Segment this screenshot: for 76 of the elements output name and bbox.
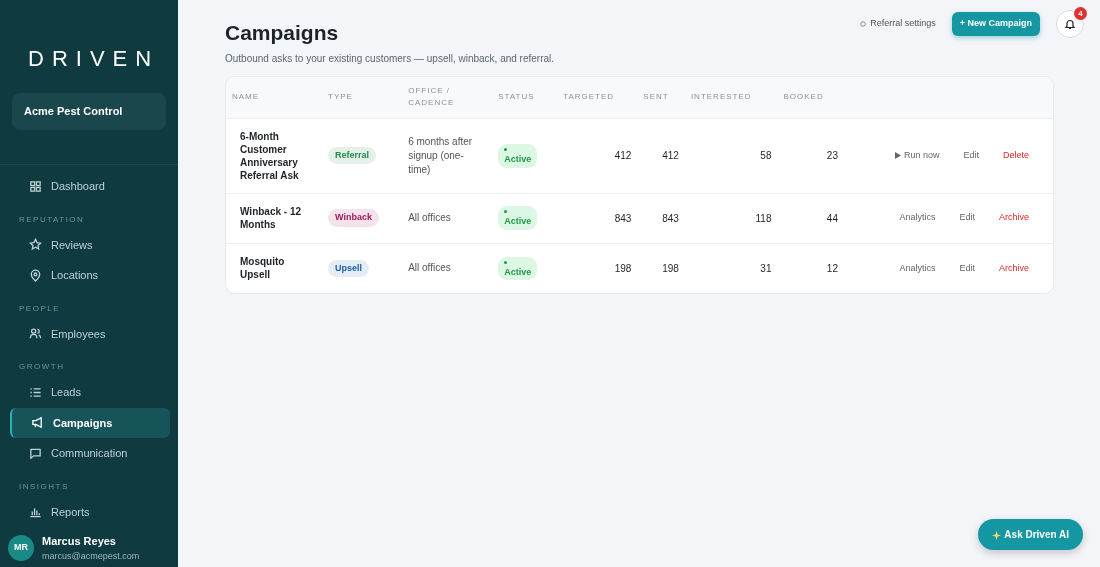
status-badge: Active — [498, 143, 538, 168]
grid-icon — [29, 179, 42, 193]
list-icon — [29, 385, 42, 399]
notification-count: 4 — [1074, 7, 1087, 20]
nav-item[interactable]: Employees — [10, 318, 170, 349]
ask-ai-button[interactable]: Ask Driven AI — [978, 519, 1083, 550]
action-link[interactable]: Edit — [959, 211, 975, 225]
number-cell: 412 — [614, 150, 632, 162]
section-heading: GROWTH — [18, 361, 66, 373]
campaign-name: Mosquito Upsell — [240, 255, 286, 282]
page-subtitle: Outbound asks to your existing customers — upsell, winback, and referral. — [225, 52, 555, 67]
nav-item[interactable]: Dashboard — [10, 171, 170, 202]
nav-item[interactable]: Communication — [10, 438, 170, 469]
column-header: TYPE — [328, 92, 353, 102]
chat-icon — [29, 446, 42, 460]
star-icon — [29, 238, 42, 252]
status-badge: Active — [498, 206, 538, 231]
campaign-name: 6-Month Customer Anniversary Referral Ask — [240, 129, 300, 182]
section-heading: REPUTATION — [18, 213, 86, 226]
action-link[interactable]: Analytics — [899, 261, 936, 276]
column-header: NAME — [232, 92, 260, 102]
cadence-text: 6 months after signup (one-time) — [408, 134, 474, 177]
column-header: OFFICE / CADENCE — [408, 86, 455, 108]
number-cell: 198 — [662, 262, 679, 274]
type-tag: Winback — [328, 209, 379, 227]
action-link[interactable]: Run now — [894, 148, 940, 163]
location-pin-icon — [29, 268, 42, 282]
cadence-text: All offices — [408, 211, 451, 226]
column-header: STATUS — [498, 92, 535, 102]
number-cell: 843 — [614, 212, 632, 224]
action-link[interactable]: Analytics — [899, 211, 936, 225]
section-heading: PEOPLE — [18, 302, 61, 315]
number-cell: 12 — [826, 262, 838, 274]
logo[interactable]: DRIVEN — [0, 0, 178, 88]
cadence-text: All offices — [408, 261, 451, 276]
megaphone-icon — [31, 416, 44, 430]
user-email: marcus@acmepest.com — [42, 549, 140, 563]
status-badge: Active — [498, 256, 538, 281]
column-header: BOOKED — [783, 92, 824, 102]
nav-item[interactable]: Campaigns — [10, 407, 170, 438]
new-campaign-button[interactable]: + New Campaign — [951, 12, 1040, 36]
people-icon — [29, 327, 42, 341]
type-tag: Upsell — [328, 259, 369, 278]
action-link[interactable]: Archive — [999, 261, 1029, 276]
column-header: INTERESTED — [690, 92, 752, 102]
number-cell: 118 — [755, 212, 772, 224]
user-name: Marcus Reyes — [42, 534, 117, 549]
number-cell: 843 — [662, 212, 679, 224]
type-tag: Referral — [328, 146, 377, 165]
nav-item[interactable]: Locations — [10, 260, 170, 291]
user-avatar[interactable]: MR — [8, 535, 34, 561]
bell-icon — [1064, 18, 1076, 30]
action-link[interactable]: Edit — [963, 148, 979, 163]
number-cell: 58 — [760, 150, 772, 162]
referral-settings-link[interactable]: Referral settings — [860, 17, 936, 31]
action-link[interactable]: Archive — [999, 211, 1029, 225]
account-selector[interactable]: Acme Pest Control — [12, 93, 166, 130]
number-cell: 412 — [662, 150, 679, 162]
column-header: SENT — [643, 92, 669, 102]
number-cell: 23 — [826, 150, 838, 162]
action-link[interactable]: Delete — [1003, 148, 1029, 163]
play-icon — [894, 152, 901, 160]
column-header: TARGETED — [563, 92, 615, 102]
action-link[interactable]: Edit — [959, 261, 975, 276]
nav-item[interactable]: Reviews — [10, 229, 170, 260]
sparkle-icon — [992, 530, 1002, 540]
notification-button[interactable]: 4 — [1056, 10, 1084, 38]
campaign-name: Winback - 12 Months — [240, 205, 303, 232]
nav-item[interactable]: Reports — [10, 496, 170, 527]
nav-item[interactable]: Leads — [10, 377, 170, 408]
section-heading: INSIGHTS — [18, 480, 70, 493]
page-title: Campaigns — [225, 20, 340, 46]
number-cell: 198 — [614, 262, 632, 274]
bar-chart-icon — [29, 505, 42, 519]
number-cell: 31 — [760, 262, 772, 274]
number-cell: 44 — [826, 212, 838, 224]
